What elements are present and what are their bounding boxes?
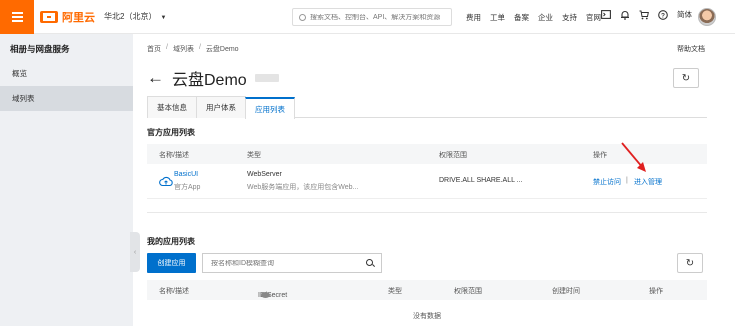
my-apps-title: 我的应用列表 xyxy=(147,237,195,246)
help-docs-link[interactable]: 帮助文档 xyxy=(677,44,705,54)
create-app-button[interactable]: 创建应用 xyxy=(147,253,196,273)
breadcrumb-current: 云盘Demo xyxy=(205,46,239,53)
app-type-desc: Web服务端应用，该应用包含Web... xyxy=(247,184,359,191)
breadcrumb-home[interactable]: 首页 xyxy=(147,44,161,54)
redacted-id xyxy=(254,74,279,82)
op-separator: | xyxy=(626,177,628,184)
col-name: 名称/描述 xyxy=(159,152,189,159)
menu-button[interactable] xyxy=(0,0,34,34)
sidebar: 相册与网盘服务 概览 域列表 xyxy=(0,34,133,326)
help-icon[interactable]: ? xyxy=(658,9,668,20)
col-name: 名称/描述 xyxy=(159,288,189,295)
search-icon[interactable] xyxy=(366,259,373,266)
page-title: 云盘Demo xyxy=(172,72,247,89)
breadcrumb-separator: / xyxy=(166,44,168,51)
cloud-shell-icon[interactable] xyxy=(601,10,611,20)
col-created: 创建时间 xyxy=(552,288,580,295)
bell-icon[interactable] xyxy=(620,10,630,20)
my-apps-refresh-button[interactable]: ↻ xyxy=(677,253,703,273)
search-icon xyxy=(299,13,306,21)
global-search[interactable] xyxy=(292,8,452,26)
logo-icon xyxy=(40,11,58,23)
back-arrow-icon[interactable]: ← xyxy=(147,68,164,88)
search-input[interactable] xyxy=(310,13,450,21)
app-scope: DRIVE.ALL SHARE.ALL ... xyxy=(439,177,523,184)
refresh-icon: ↻ xyxy=(681,72,691,84)
app-filter xyxy=(202,253,382,273)
refresh-button[interactable]: ↻ xyxy=(673,68,699,88)
nav-link-website[interactable]: 官网 xyxy=(586,12,601,23)
col-type: 类型 xyxy=(247,152,261,159)
main-content: 首页 / 域列表 / 云盘Demo 帮助文档 ← 云盘Demo ↻ 基本信息 用… xyxy=(133,34,735,326)
tab-label: 应用列表 xyxy=(255,104,285,114)
filter-input[interactable] xyxy=(211,259,361,267)
top-navbar: 阿里云 华北2（北京）▼ 费用 工单 备案 企业 支持 官网 ? 简体 xyxy=(0,0,735,34)
sidebar-item-overview[interactable]: 概览 xyxy=(0,61,133,86)
top-icon-bar: ? 简体 xyxy=(601,9,692,20)
sidebar-title: 相册与网盘服务 xyxy=(10,44,70,54)
tab-label: 基本信息 xyxy=(157,103,187,112)
refresh-icon: ↻ xyxy=(685,257,695,269)
cart-icon[interactable] xyxy=(639,10,649,20)
my-apps-table-header: 名称/描述 ID/Secret 类型 权限范围 创建时间 操作 xyxy=(147,280,707,300)
avatar[interactable] xyxy=(698,8,716,26)
eye-icon[interactable] xyxy=(261,292,270,298)
app-name-link[interactable]: BasicUI xyxy=(174,171,198,178)
tab-label: 用户体系 xyxy=(206,103,236,112)
hamburger-icon xyxy=(11,16,23,18)
col-type: 类型 xyxy=(388,288,402,295)
tab-user-system[interactable]: 用户体系 xyxy=(196,96,246,118)
nav-link-support[interactable]: 支持 xyxy=(562,12,577,23)
page-title-row: ← 云盘Demo xyxy=(147,66,279,90)
enter-manage-link[interactable]: 进入管理 xyxy=(634,177,662,187)
empty-state: 没有数据 xyxy=(413,313,441,320)
table-row: BasicUI 官方App WebServer Web服务端应用，该应用包含We… xyxy=(147,167,707,199)
tab-basic-info[interactable]: 基本信息 xyxy=(147,96,197,118)
nav-link-tickets[interactable]: 工单 xyxy=(490,12,505,23)
disable-access-link[interactable]: 禁止访问 xyxy=(593,177,621,187)
breadcrumb: 首页 / 域列表 / 云盘Demo xyxy=(147,44,239,54)
col-ops: 操作 xyxy=(649,288,663,295)
official-apps-title: 官方应用列表 xyxy=(147,128,195,137)
region-label: 华北2（北京） xyxy=(104,12,157,21)
col-scope: 权限范围 xyxy=(439,152,467,159)
section-divider xyxy=(147,212,707,213)
col-ops: 操作 xyxy=(593,152,607,159)
svg-text:?: ? xyxy=(661,12,665,19)
nav-link-icp[interactable]: 备案 xyxy=(514,12,529,23)
breadcrumb-separator: / xyxy=(198,44,201,51)
sidebar-item-label: 域列表 xyxy=(12,94,35,103)
official-table-header: 名称/描述 类型 权限范围 操作 xyxy=(147,144,707,164)
nav-link-enterprise[interactable]: 企业 xyxy=(538,12,553,23)
region-selector[interactable]: 华北2（北京） ▼ xyxy=(104,11,166,22)
caret-down-icon: ▼ xyxy=(160,15,167,21)
logo-text: 阿里云 xyxy=(62,12,95,24)
language-switch[interactable]: 简体 xyxy=(677,9,692,20)
sidebar-item-domains[interactable]: 域列表 xyxy=(0,86,133,111)
app-type: WebServer xyxy=(247,171,282,178)
breadcrumb-domains[interactable]: 域列表 xyxy=(173,44,194,54)
app-subtitle: 官方App xyxy=(174,184,201,191)
tab-bar: 基本信息 用户体系 应用列表 xyxy=(147,96,707,119)
col-scope: 权限范围 xyxy=(454,288,482,295)
cloud-app-icon xyxy=(159,175,173,187)
aliyun-logo[interactable]: 阿里云 xyxy=(40,10,95,24)
tab-app-list[interactable]: 应用列表 xyxy=(245,97,295,119)
top-nav-links: 费用 工单 备案 企业 支持 官网 xyxy=(466,12,601,23)
nav-link-fees[interactable]: 费用 xyxy=(466,12,481,23)
sidebar-item-label: 概览 xyxy=(12,69,27,78)
